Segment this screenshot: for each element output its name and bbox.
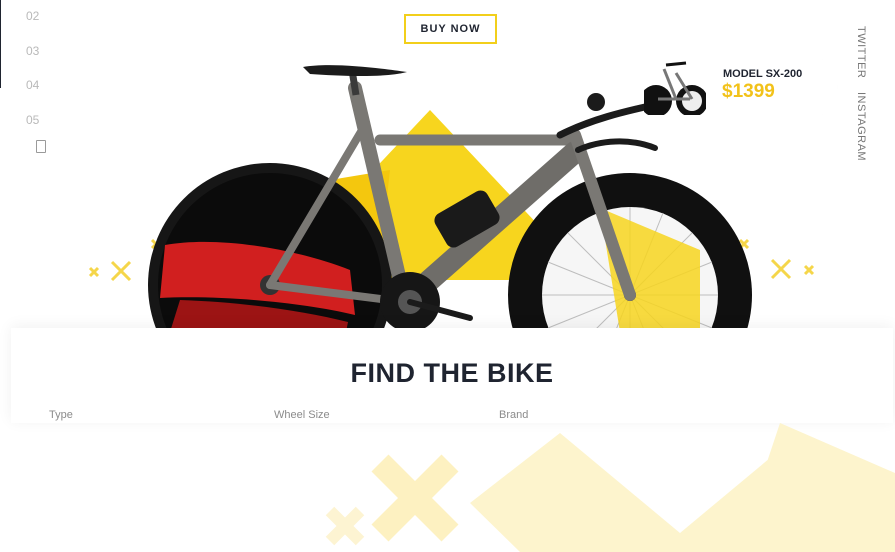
product-price: $1399 xyxy=(722,81,775,102)
filter-brand-label[interactable]: Brand xyxy=(499,409,528,421)
filter-type-label[interactable]: Type xyxy=(49,409,73,421)
crankset xyxy=(380,272,473,332)
finder-title: FIND THE BIKE xyxy=(350,358,554,388)
product-card[interactable]: MODEL SX-200 $1399 xyxy=(644,59,838,115)
front-spoked-wheel xyxy=(508,173,752,332)
bike-finder-panel: FIND THE BIKE Type Wheel Size Brand xyxy=(11,328,893,423)
product-thumbnail xyxy=(644,61,706,115)
background-decoration xyxy=(325,423,895,552)
filter-wheel-size-label[interactable]: Wheel Size xyxy=(274,409,330,421)
slide-number-02[interactable]: 02 xyxy=(26,6,56,41)
bike-saddle xyxy=(303,65,407,96)
product-model-name: MODEL SX-200 xyxy=(723,68,803,80)
